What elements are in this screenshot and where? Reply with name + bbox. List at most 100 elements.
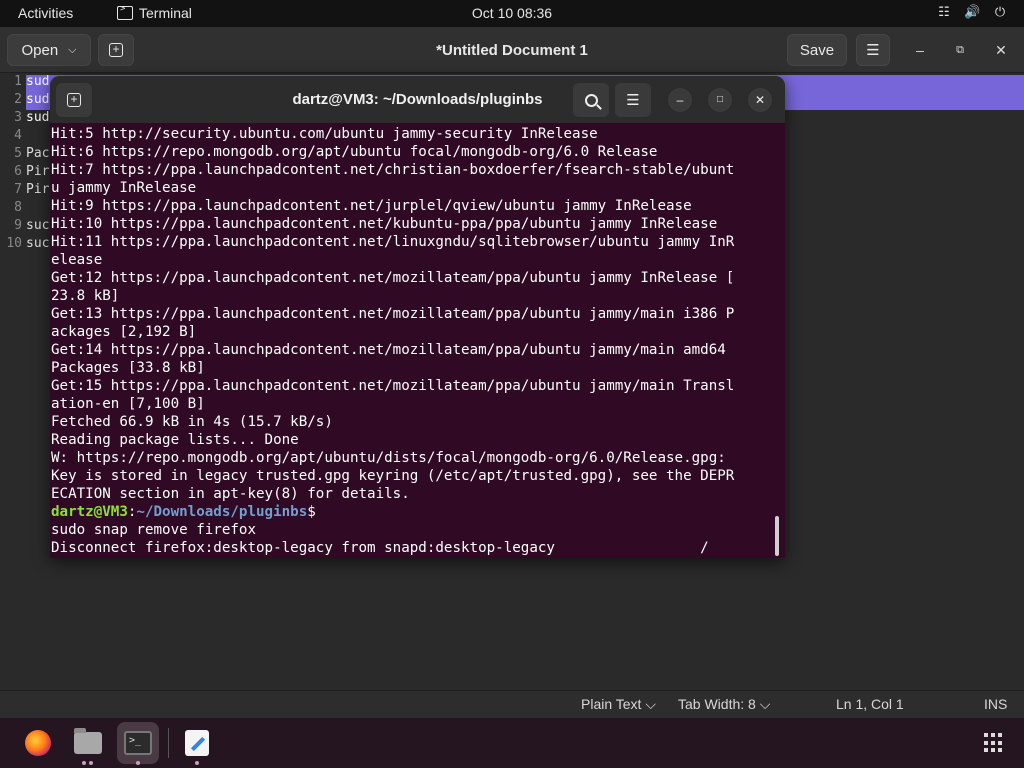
terminal-line: Hit:9 https://ppa.launchpadcontent.net/j… <box>51 198 692 214</box>
activities-button[interactable]: Activities <box>18 5 73 21</box>
terminal-close-button[interactable]: ✕ <box>748 88 772 112</box>
terminal-prompt-line: dartz@VM3:~/Downloads/pluginbs$ <box>51 503 776 521</box>
dock-firefox[interactable] <box>17 722 59 764</box>
terminal-window[interactable]: + dartz@VM3: ~/Downloads/pluginbs ☰ – □ … <box>50 76 785 558</box>
top-bar: Activities Terminal Oct 10 08:36 ☷ 🔊 ⏻ <box>0 0 1024 27</box>
terminal-line: Hit:5 http://security.ubuntu.com/ubuntu … <box>51 126 598 142</box>
terminal-line: Get:14 https://ppa.launchpadcontent.net/… <box>51 342 726 358</box>
dock-files[interactable] <box>67 722 109 765</box>
terminal-line: Reading package lists... Done <box>51 432 299 448</box>
terminal-title: dartz@VM3: ~/Downloads/pluginbs <box>292 91 543 108</box>
terminal-line: ackages [2,192 B] <box>51 324 197 340</box>
dock-text-editor[interactable] <box>176 722 218 765</box>
dock-terminal[interactable]: >_ <box>117 722 159 765</box>
editor-line: Pir <box>26 164 50 179</box>
text-editor-icon <box>185 730 209 756</box>
dock-separator <box>168 728 169 758</box>
terminal-header-bar: + dartz@VM3: ~/Downloads/pluginbs ☰ – □ … <box>50 76 785 123</box>
editor-status-bar: Plain Text ⌵ Tab Width: 8 ⌵ Ln 1, Col 1 … <box>0 690 1024 718</box>
terminal-line: ation-en [7,100 B] <box>51 396 205 412</box>
show-applications-icon[interactable] <box>984 733 1004 753</box>
search-icon <box>584 93 598 107</box>
terminal-output[interactable]: Hit:5 http://security.ubuntu.com/ubuntu … <box>51 125 776 557</box>
terminal-line: Hit:7 https://ppa.launchpadcontent.net/c… <box>51 162 735 178</box>
line-number: 8 <box>14 200 22 215</box>
line-number: 3 <box>14 110 22 125</box>
new-tab-icon: + <box>109 43 123 57</box>
save-button[interactable]: Save <box>787 34 847 66</box>
open-label: Open <box>21 41 59 59</box>
chevron-down-icon: ⌵ <box>68 43 77 56</box>
app-name: Terminal <box>139 5 192 21</box>
language-selector[interactable]: Plain Text ⌵ <box>581 696 656 713</box>
terminal-line: Key is stored in legacy trusted.gpg keyr… <box>51 468 735 484</box>
prompt-user: dartz@VM3 <box>51 504 128 520</box>
chevron-down-icon: ⌵ <box>759 696 771 712</box>
terminal-line: W: https://repo.mongodb.org/apt/ubuntu/d… <box>51 450 726 466</box>
open-button[interactable]: Open ⌵ <box>7 34 91 66</box>
system-tray[interactable]: ☷ 🔊 ⏻ <box>936 4 1008 20</box>
editor-line: sud <box>26 92 50 107</box>
maximize-button[interactable]: ⧉ <box>947 37 973 63</box>
terminal-line: 23.8 kB] <box>51 288 120 304</box>
editor-line: Pir <box>26 182 50 197</box>
running-indicator <box>82 761 86 765</box>
line-number: 9 <box>14 218 22 233</box>
clock[interactable]: Oct 10 08:36 <box>472 5 552 21</box>
language-label: Plain Text <box>581 696 642 712</box>
terminal-line: Get:12 https://ppa.launchpadcontent.net/… <box>51 270 735 286</box>
terminal-scrollbar[interactable] <box>775 516 779 556</box>
editor-line: sud <box>26 110 50 125</box>
line-number: 2 <box>14 92 22 107</box>
line-number: 10 <box>6 236 22 251</box>
chevron-down-icon: ⌵ <box>645 696 656 712</box>
running-indicator <box>136 761 140 765</box>
terminal-minimize-button[interactable]: – <box>668 88 692 112</box>
dock: >_ <box>0 718 1024 768</box>
line-number: 5 <box>14 146 22 161</box>
app-menu[interactable]: Terminal <box>117 4 192 21</box>
editor-header-bar: Open ⌵ + *Untitled Document 1 Save ☰ – ⧉… <box>0 27 1024 73</box>
network-icon[interactable]: ☷ <box>936 4 952 20</box>
terminal-line: elease <box>51 252 103 268</box>
terminal-menu-button[interactable]: ☰ <box>615 83 651 117</box>
close-button[interactable]: ✕ <box>988 37 1014 63</box>
terminal-line: Get:13 https://ppa.launchpadcontent.net/… <box>51 306 735 322</box>
search-button[interactable] <box>573 83 609 117</box>
terminal-line: Hit:6 https://repo.mongodb.org/apt/ubunt… <box>51 144 658 160</box>
insert-mode[interactable]: INS <box>984 696 1007 712</box>
terminal-progress-line: Disconnect firefox:desktop-legacy from s… <box>51 540 709 556</box>
document-title: *Untitled Document 1 <box>436 42 588 59</box>
line-number: 1 <box>14 74 22 89</box>
new-document-button[interactable]: + <box>98 34 134 66</box>
terminal-line: Hit:11 https://ppa.launchpadcontent.net/… <box>51 234 735 250</box>
firefox-icon <box>25 730 51 756</box>
new-tab-button[interactable]: + <box>56 83 92 117</box>
tab-width-label: Tab Width: 8 <box>678 696 756 712</box>
prompt-path: ~/Downloads/pluginbs <box>136 504 308 520</box>
minimize-button[interactable]: – <box>907 37 933 63</box>
hamburger-menu-button[interactable]: ☰ <box>856 34 890 66</box>
line-number: 7 <box>14 182 22 197</box>
terminal-command: sudo snap remove firefox <box>51 522 256 538</box>
terminal-line: Get:15 https://ppa.launchpadcontent.net/… <box>51 378 735 394</box>
running-indicator <box>195 761 199 765</box>
cursor-position[interactable]: Ln 1, Col 1 <box>836 696 904 712</box>
volume-icon[interactable]: 🔊 <box>964 4 980 20</box>
terminal-icon <box>117 4 133 20</box>
editor-line: suc <box>26 236 50 251</box>
terminal-line: Fetched 66.9 kB in 4s (15.7 kB/s) <box>51 414 333 430</box>
power-icon[interactable]: ⏻ <box>992 4 1008 20</box>
terminal-line: Hit:10 https://ppa.launchpadcontent.net/… <box>51 216 718 232</box>
terminal-line: Packages [33.8 kB] <box>51 360 205 376</box>
terminal-line: u jammy InRelease <box>51 180 197 196</box>
files-icon <box>74 728 102 754</box>
tab-width-selector[interactable]: Tab Width: 8 ⌵ <box>678 696 770 713</box>
terminal-maximize-button[interactable]: □ <box>708 88 732 112</box>
new-tab-icon: + <box>67 93 81 107</box>
editor-line: sud <box>26 74 50 89</box>
terminal-icon: >_ <box>124 731 152 755</box>
line-number: 4 <box>14 128 22 143</box>
